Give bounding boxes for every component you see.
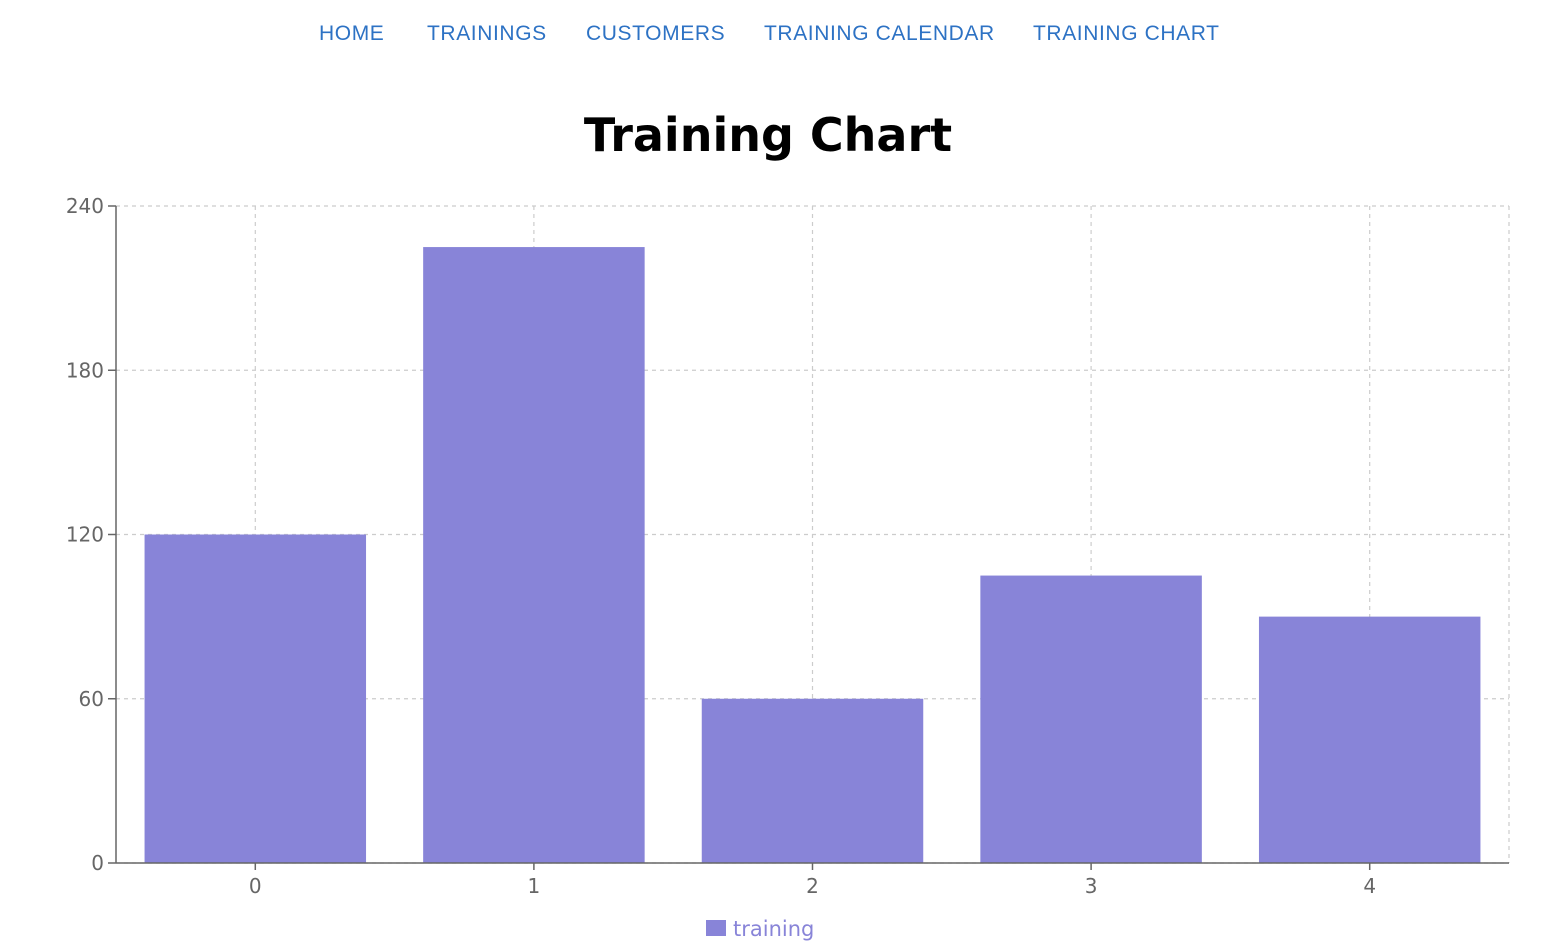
- bar-1: [423, 247, 645, 863]
- bar-chart: 0 60 120 180 240 0 1 2 3 4 training: [66, 194, 1510, 941]
- x-tick-label: 4: [1363, 874, 1376, 898]
- bar-0: [144, 534, 367, 863]
- chart-bars: [144, 247, 1481, 863]
- legend-swatch: [706, 920, 726, 936]
- chart-legend: training: [706, 917, 814, 941]
- x-tick-label: 0: [249, 874, 262, 898]
- x-tick-label: 1: [528, 874, 541, 898]
- y-tick-label: 60: [79, 687, 104, 711]
- x-tick-label: 2: [806, 874, 819, 898]
- bar-3: [980, 575, 1202, 863]
- y-tick-label: 180: [66, 358, 104, 382]
- x-tick-label: 3: [1085, 874, 1098, 898]
- y-tick-label: 0: [91, 851, 104, 875]
- legend-label: training: [733, 917, 814, 941]
- y-tick-label: 240: [66, 194, 104, 218]
- bar-2: [701, 698, 924, 863]
- bar-4: [1258, 616, 1481, 863]
- y-tick-label: 120: [66, 523, 104, 547]
